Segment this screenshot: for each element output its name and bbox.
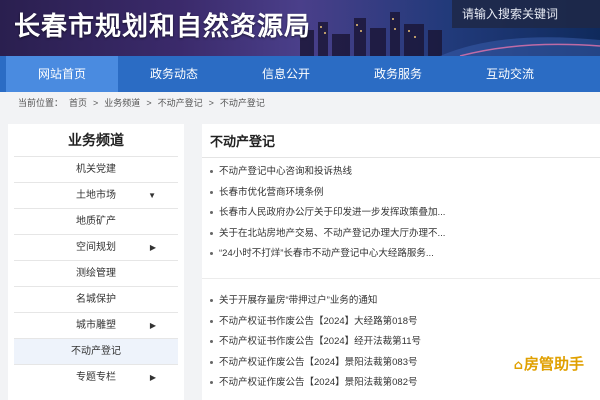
- bullet-dot-icon: [210, 319, 213, 323]
- chevron-right-icon: ▶: [149, 373, 156, 382]
- sidebar-list: 机关党建 土地市场 ▼ 地质矿产 空间规划 ▶ 测绘管理 名城保护 城市雕塑 ▶ 不动…: [8, 156, 184, 390]
- chevron-down-icon: ▼: [148, 191, 156, 200]
- breadcrumb: 当前位置： 首页 > 业务频道 > 不动产登记 > 不动产登记: [0, 92, 600, 114]
- sidebar-item-label: 不动产登记: [71, 346, 121, 357]
- news-item-title: 关于在北站房地产交易、不动产登记办理大厅办理不...: [219, 227, 446, 239]
- bullet-dot-icon: [210, 340, 213, 344]
- sidebar-item-label: 名城保护: [76, 294, 116, 305]
- bullet-dot-icon: [210, 252, 213, 256]
- sidebar-item-real-estate-registration[interactable]: 不动产登记: [14, 338, 178, 364]
- breadcrumb-channel-link[interactable]: 业务频道: [104, 98, 140, 108]
- news-item[interactable]: 关于在北站房地产交易、不动产登记办理大厅办理不...: [202, 224, 600, 245]
- sidebar-item-city-protection[interactable]: 名城保护: [14, 286, 178, 312]
- page: 长春市规划和自然资源局 请输入搜索关键词 网站首页 政务动态 信息公开 政务服务…: [0, 0, 600, 400]
- bullet-dot-icon: [210, 190, 213, 194]
- news-item[interactable]: 不动产权证书作废公告【2024】大经路第018号: [202, 312, 600, 333]
- sidebar-item-party-building[interactable]: 机关党建: [14, 156, 178, 182]
- breadcrumb-home-link[interactable]: 首页: [69, 98, 87, 108]
- sidebar-item-city-sculpture[interactable]: 城市雕塑 ▶: [14, 312, 178, 338]
- breadcrumb-separator: >: [208, 98, 214, 108]
- bullet-dot-icon: [210, 298, 213, 302]
- news-item-title: 不动产权证书作废公告【2024】大经路第018号: [219, 315, 418, 327]
- section-title: 不动产登记: [202, 124, 600, 158]
- news-item[interactable]: 关于开展存量房“带押过户”业务的通知: [202, 291, 600, 312]
- list-divider: [202, 265, 600, 279]
- sidebar-item-label: 地质矿产: [76, 216, 116, 227]
- bullet-dot-icon: [210, 381, 213, 385]
- sidebar-item-special-topics[interactable]: 专题专栏 ▶: [14, 364, 178, 390]
- sidebar-item-label: 测绘管理: [76, 268, 116, 279]
- sidebar-item-label: 专题专栏: [76, 372, 116, 383]
- main-nav: 网站首页 政务动态 信息公开 政务服务 互动交流: [0, 56, 600, 92]
- sidebar-item-label: 城市雕塑: [76, 320, 116, 331]
- news-item-title: 关于开展存量房“带押过户”业务的通知: [219, 294, 378, 306]
- news-item[interactable]: 不动产登记中心咨询和投诉热线: [202, 162, 600, 183]
- nav-item-info-disclosure[interactable]: 信息公开: [230, 56, 342, 92]
- news-item[interactable]: “24小时不打烊”长春市不动产登记中心大经路服务...: [202, 244, 600, 265]
- news-item[interactable]: 不动产权证作废公告【2024】景阳法裁第082号: [202, 373, 600, 394]
- breadcrumb-separator: >: [93, 98, 99, 108]
- news-item[interactable]: 长春市优化营商环境条例: [202, 183, 600, 204]
- bullet-dot-icon: [210, 211, 213, 215]
- news-list-group-1: 不动产登记中心咨询和投诉热线 长春市优化营商环境条例 长春市人民政府办公厅关于印…: [202, 158, 600, 265]
- sidebar-item-land-market[interactable]: 土地市场 ▼: [14, 182, 178, 208]
- sidebar-title: 业务频道: [68, 132, 124, 148]
- news-item[interactable]: 不动产权证书作废公告【2024】经开法裁第11号: [202, 332, 600, 353]
- news-item-title: 长春市人民政府办公厅关于印发进一步发挥政策叠加...: [219, 207, 446, 219]
- nav-item-gov-news[interactable]: 政务动态: [118, 56, 230, 92]
- nav-item-gov-services[interactable]: 政务服务: [342, 56, 454, 92]
- breadcrumb-current: 不动产登记: [219, 98, 265, 108]
- sidebar-item-label: 空间规划: [76, 242, 116, 253]
- bullet-dot-icon: [210, 169, 213, 173]
- nav-item-interaction[interactable]: 互动交流: [454, 56, 566, 92]
- news-item-title: 长春市优化营商环境条例: [219, 186, 324, 198]
- bullet-dot-icon: [210, 231, 213, 235]
- site-title: 长春市规划和自然资源局: [14, 12, 312, 42]
- header-banner: 长春市规划和自然资源局 请输入搜索关键词: [0, 0, 600, 56]
- sidebar-item-label: 土地市场: [76, 190, 116, 201]
- sidebar-item-spatial-planning[interactable]: 空间规划 ▶: [14, 234, 178, 260]
- news-item-title: 不动产权证作废公告【2024】景阳法裁第083号: [219, 356, 418, 368]
- sidebar-item-surveying[interactable]: 测绘管理: [14, 260, 178, 286]
- sidebar-item-geology-minerals[interactable]: 地质矿产: [14, 208, 178, 234]
- breadcrumb-prefix: 当前位置：: [18, 98, 64, 108]
- watermark-logo: ⌂房管助手: [507, 352, 590, 376]
- news-item-title: 不动产权证作废公告【2024】景阳法裁第082号: [219, 377, 418, 389]
- news-item-title: 不动产权证书作废公告【2024】经开法裁第11号: [219, 336, 421, 348]
- bullet-dot-icon: [210, 360, 213, 364]
- breadcrumb-separator: >: [146, 98, 152, 108]
- chevron-right-icon: ▶: [149, 321, 156, 330]
- news-item-title: “24小时不打烊”长春市不动产登记中心大经路服务...: [219, 248, 434, 260]
- house-manager-icon: ⌂: [513, 358, 523, 373]
- breadcrumb-category-link[interactable]: 不动产登记: [158, 98, 203, 108]
- watermark-text: 房管助手: [523, 355, 584, 373]
- sidebar-item-label: 机关党建: [76, 164, 116, 175]
- nav-item-home[interactable]: 网站首页: [6, 56, 118, 92]
- search-input[interactable]: 请输入搜索关键词: [452, 0, 600, 28]
- sidebar: 业务频道 机关党建 土地市场 ▼ 地质矿产 空间规划 ▶ 测绘管理 名城保护 城市雕…: [8, 124, 184, 400]
- news-list-group-2: 关于开展存量房“带押过户”业务的通知 不动产权证书作废公告【2024】大经路第0…: [202, 287, 600, 394]
- news-item-title: 不动产登记中心咨询和投诉热线: [219, 166, 353, 177]
- news-item[interactable]: 长春市人民政府办公厅关于印发进一步发挥政策叠加...: [202, 203, 600, 224]
- chevron-right-icon: ▶: [149, 243, 156, 252]
